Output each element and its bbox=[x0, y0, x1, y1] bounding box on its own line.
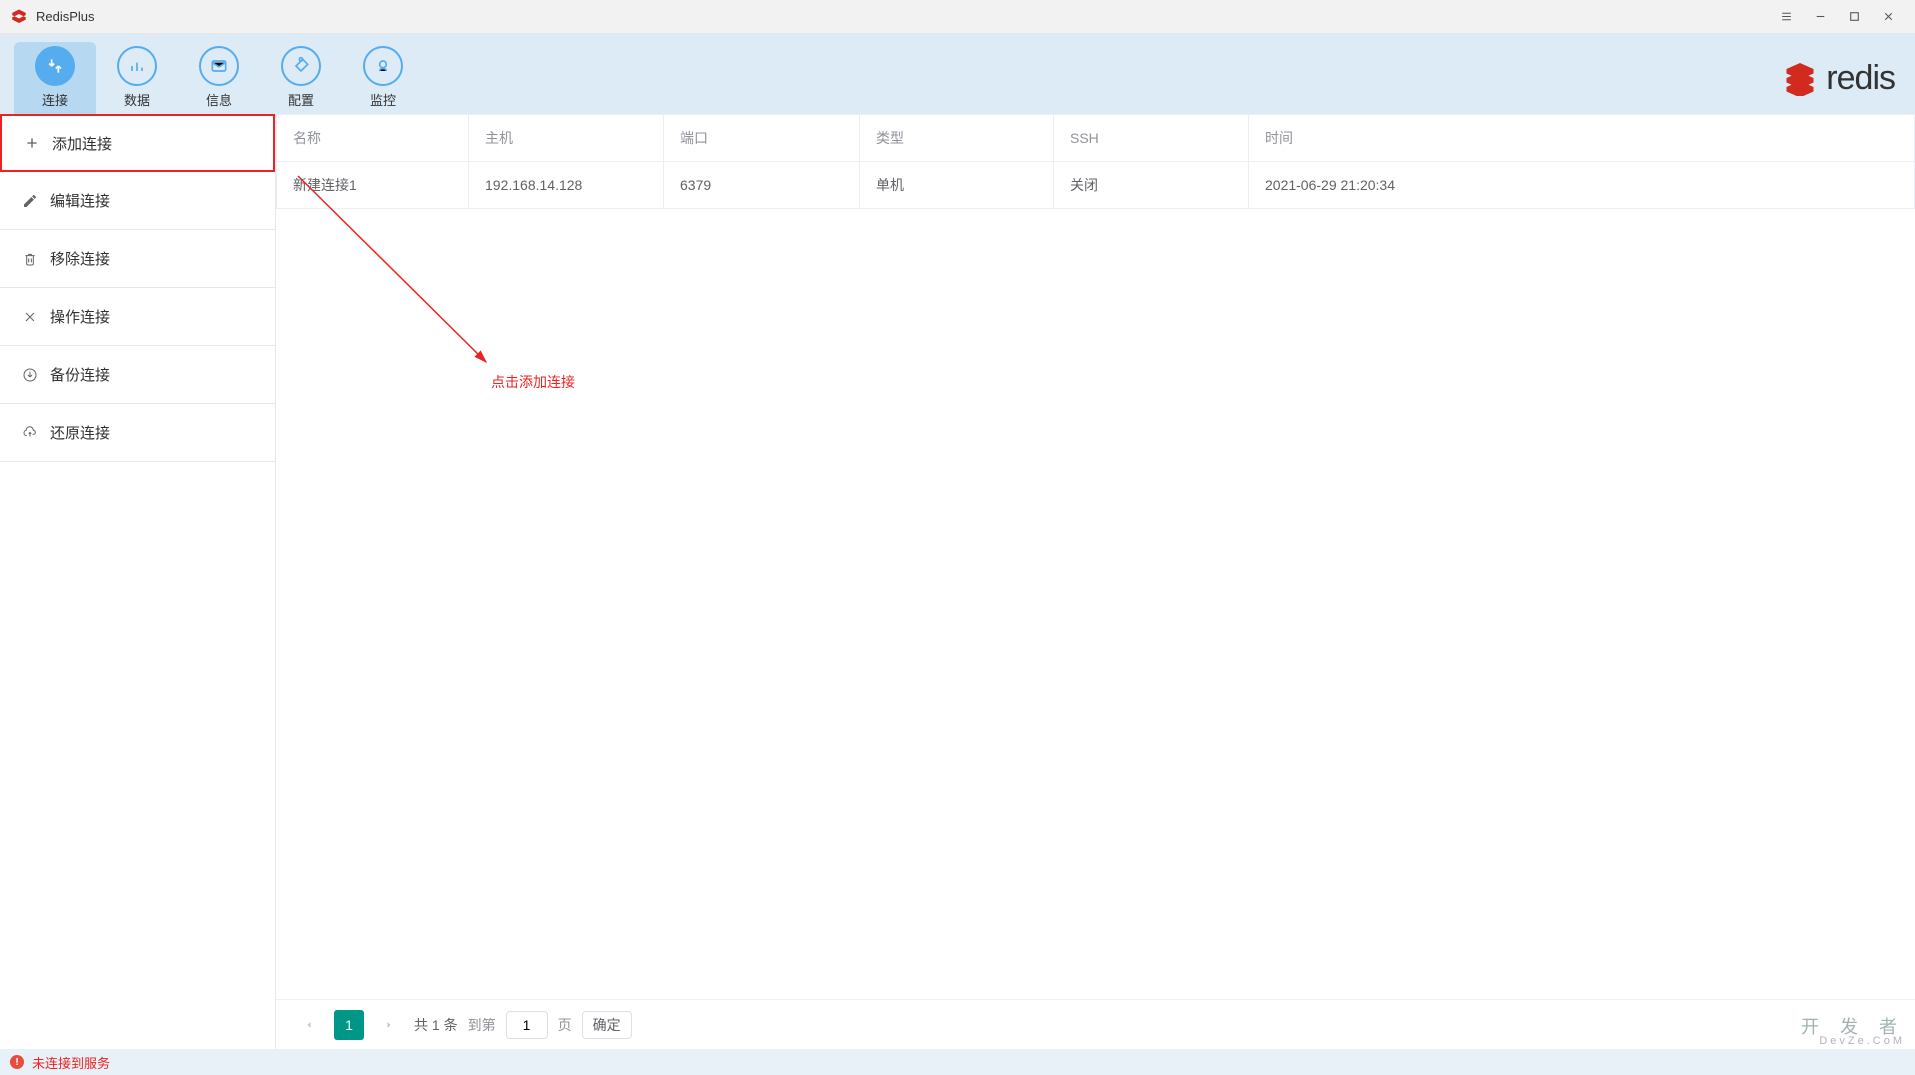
sidebar-backup-connection[interactable]: 备份连接 bbox=[0, 346, 275, 404]
col-host[interactable]: 主机 bbox=[469, 115, 664, 162]
config-icon bbox=[281, 46, 321, 86]
maximize-button[interactable] bbox=[1837, 3, 1871, 31]
info-icon bbox=[199, 46, 239, 86]
col-time[interactable]: 时间 bbox=[1249, 115, 1915, 162]
upload-icon bbox=[22, 425, 38, 441]
cell-type: 单机 bbox=[860, 162, 1054, 209]
cell-ssh: 关闭 bbox=[1054, 162, 1249, 209]
cell-name: 新建连接1 bbox=[277, 162, 469, 209]
sidebar-item-label: 移除连接 bbox=[50, 248, 110, 269]
toolbar-label: 数据 bbox=[124, 90, 150, 109]
col-ssh[interactable]: SSH bbox=[1054, 115, 1249, 162]
toolbar-label: 监控 bbox=[370, 90, 396, 109]
brand-logo: redis bbox=[1780, 59, 1895, 98]
page-input[interactable] bbox=[506, 1011, 548, 1039]
connections-table: 名称 主机 端口 类型 SSH 时间 新建连接1 192.168.14.128 … bbox=[276, 114, 1915, 209]
download-icon bbox=[22, 367, 38, 383]
toolbar-monitor[interactable]: 监控 bbox=[342, 42, 424, 114]
sidebar-remove-connection[interactable]: 移除连接 bbox=[0, 230, 275, 288]
data-icon bbox=[117, 46, 157, 86]
sidebar-item-label: 备份连接 bbox=[50, 364, 110, 385]
connect-icon bbox=[35, 46, 75, 86]
brand-text: redis bbox=[1826, 59, 1895, 98]
status-error-icon: ! bbox=[10, 1055, 24, 1069]
page-goto-label: 到第 bbox=[468, 1015, 496, 1035]
sidebar-edit-connection[interactable]: 编辑连接 bbox=[0, 172, 275, 230]
sidebar-operate-connection[interactable]: 操作连接 bbox=[0, 288, 275, 346]
trash-icon bbox=[22, 251, 38, 267]
app-title: RedisPlus bbox=[36, 9, 95, 24]
page-current[interactable]: 1 bbox=[334, 1010, 364, 1040]
sidebar-restore-connection[interactable]: 还原连接 bbox=[0, 404, 275, 462]
toolbar-label: 信息 bbox=[206, 90, 232, 109]
toolbar-info[interactable]: 信息 bbox=[178, 42, 260, 114]
col-name[interactable]: 名称 bbox=[277, 115, 469, 162]
table-row[interactable]: 新建连接1 192.168.14.128 6379 单机 关闭 2021-06-… bbox=[277, 162, 1915, 209]
status-text: 未连接到服务 bbox=[32, 1053, 110, 1072]
page-next[interactable] bbox=[374, 1010, 404, 1040]
cell-time: 2021-06-29 21:20:34 bbox=[1249, 162, 1915, 209]
monitor-icon bbox=[363, 46, 403, 86]
minimize-button[interactable] bbox=[1803, 3, 1837, 31]
toolbar-data[interactable]: 数据 bbox=[96, 42, 178, 114]
titlebar: RedisPlus bbox=[0, 0, 1915, 34]
sidebar: 添加连接 编辑连接 移除连接 操作连接 备份连接 还原连接 bbox=[0, 114, 276, 1049]
close-button[interactable] bbox=[1871, 3, 1905, 31]
toolbar: 连接 数据 信息 配置 监控 redis bbox=[0, 34, 1915, 114]
pagination: 1 共 1 条 到第 页 确定 bbox=[276, 999, 1915, 1049]
table-header-row: 名称 主机 端口 类型 SSH 时间 bbox=[277, 115, 1915, 162]
plus-icon bbox=[24, 135, 40, 151]
sidebar-add-connection[interactable]: 添加连接 bbox=[0, 114, 275, 172]
annotation-text: 点击添加连接 bbox=[491, 372, 575, 392]
page-prev[interactable] bbox=[294, 1010, 324, 1040]
watermark: 开 发 者 DevZe.CoM bbox=[1801, 1013, 1905, 1047]
cell-host: 192.168.14.128 bbox=[469, 162, 664, 209]
pencil-icon bbox=[22, 193, 38, 209]
sidebar-item-label: 编辑连接 bbox=[50, 190, 110, 211]
sidebar-item-label: 添加连接 bbox=[52, 133, 112, 154]
page-unit: 页 bbox=[558, 1015, 572, 1035]
redis-logo-icon bbox=[1780, 60, 1820, 96]
page-total: 共 1 条 bbox=[414, 1015, 458, 1035]
toolbar-config[interactable]: 配置 bbox=[260, 42, 342, 114]
sidebar-item-label: 操作连接 bbox=[50, 306, 110, 327]
toolbar-label: 配置 bbox=[288, 90, 314, 109]
cell-port: 6379 bbox=[664, 162, 860, 209]
sidebar-item-label: 还原连接 bbox=[50, 422, 110, 443]
app-icon bbox=[10, 8, 28, 26]
col-port[interactable]: 端口 bbox=[664, 115, 860, 162]
statusbar: ! 未连接到服务 bbox=[0, 1049, 1915, 1075]
menu-button[interactable] bbox=[1769, 3, 1803, 31]
col-type[interactable]: 类型 bbox=[860, 115, 1054, 162]
tools-icon bbox=[22, 309, 38, 325]
toolbar-connect[interactable]: 连接 bbox=[14, 42, 96, 114]
page-confirm[interactable]: 确定 bbox=[582, 1011, 632, 1039]
toolbar-label: 连接 bbox=[42, 90, 68, 109]
main-panel: 名称 主机 端口 类型 SSH 时间 新建连接1 192.168.14.128 … bbox=[276, 114, 1915, 1049]
